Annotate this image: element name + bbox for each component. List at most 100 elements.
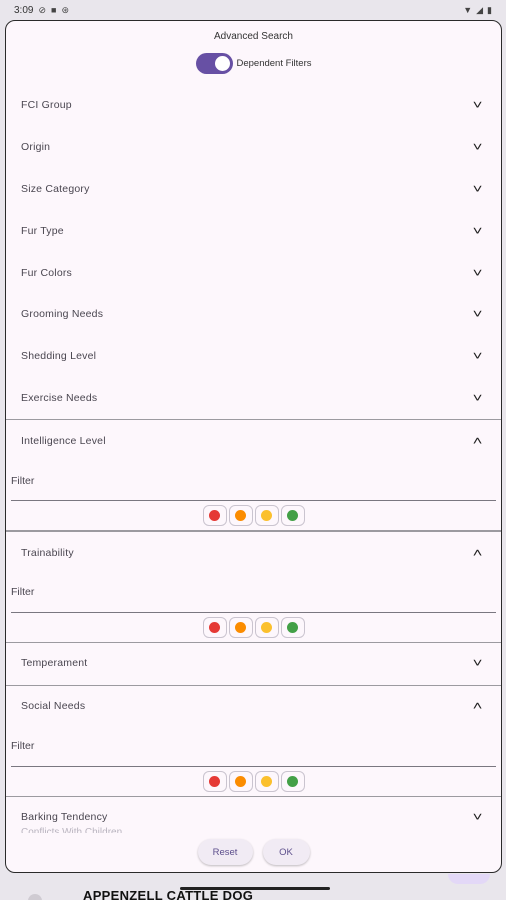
section-label: Shedding Level [21, 350, 97, 363]
section-header-social-needs[interactable]: Social Needs ˄ [6, 686, 501, 727]
section-fur-type: Fur Type ˅ [6, 210, 501, 252]
filter-placeholder: Filter [11, 586, 35, 599]
dependent-filters-toggle-row: Dependent Filters [6, 53, 501, 74]
level-chip-4[interactable] [280, 505, 305, 527]
chevron-down-icon: ˅ [472, 809, 483, 824]
section-social-needs: Social Needs ˄ Filter [6, 684, 501, 797]
filter-input[interactable]: Filter [11, 573, 496, 613]
section-label: FCI Group [21, 99, 72, 112]
level-chip-1[interactable] [202, 505, 227, 527]
level-dot-icon [287, 775, 298, 787]
nav-gesture-handle[interactable] [180, 887, 330, 890]
level-dot-icon [235, 775, 246, 787]
section-header-origin[interactable]: Origin ˅ [6, 127, 501, 168]
section-label: Fur Colors [21, 266, 73, 279]
chevron-down-icon: ˅ [472, 390, 483, 405]
level-chips [11, 613, 496, 642]
chevron-up-icon: ˄ [472, 433, 483, 448]
reset-button[interactable]: Reset [197, 839, 253, 865]
chevron-up-icon: ˄ [472, 545, 483, 560]
wifi-icon: ▼ [463, 5, 473, 15]
level-chip-3[interactable] [254, 770, 279, 792]
level-dot-icon [287, 510, 298, 522]
avatar [28, 894, 42, 900]
filter-input[interactable]: Filter [11, 727, 496, 767]
chevron-down-icon: ˅ [472, 349, 483, 364]
chevron-down-icon: ˅ [472, 98, 483, 113]
level-chip-4[interactable] [280, 616, 305, 638]
section-header-fci-group[interactable]: FCI Group ˅ [6, 85, 501, 126]
dependent-filters-switch[interactable] [195, 53, 233, 74]
section-header-intelligence-level[interactable]: Intelligence Level ˄ [6, 420, 501, 461]
ok-button[interactable]: OK [262, 839, 310, 865]
level-chip-3[interactable] [254, 616, 279, 638]
section-header-size-category[interactable]: Size Category ˅ [6, 169, 501, 210]
chevron-down-icon: ˅ [472, 656, 483, 671]
level-chip-1[interactable] [202, 770, 227, 792]
section-intelligence-level: Intelligence Level ˄ Filter [6, 419, 501, 532]
level-dot-icon [261, 775, 272, 787]
switch-knob [214, 56, 230, 71]
partial-section-label: Conflicts With Children [21, 827, 123, 833]
section-temperament: Temperament ˅ [6, 643, 501, 685]
section-label: Size Category [21, 182, 90, 195]
section-grooming-needs: Grooming Needs ˅ [6, 294, 501, 336]
level-chip-4[interactable] [280, 770, 305, 792]
advanced-search-dialog: Advanced Search Dependent Filters FCI Gr… [5, 20, 502, 873]
level-dot-icon [209, 775, 220, 787]
status-bar: 3:09 ⊘ ■ ⊛ ▼ ◢ ▮ [0, 0, 506, 20]
section-label: Fur Type [21, 224, 64, 237]
filter-placeholder: Filter [11, 474, 35, 487]
level-chip-2[interactable] [228, 505, 253, 527]
chevron-down-icon: ˅ [472, 181, 483, 196]
section-label: Social Needs [21, 700, 86, 713]
level-chips [11, 501, 496, 530]
level-dot-icon [209, 621, 220, 633]
fab-button[interactable] [448, 874, 490, 884]
chevron-down-icon: ˅ [472, 307, 483, 322]
section-body: Filter [6, 573, 501, 642]
lock-icon: ■ [51, 5, 57, 15]
section-label: Temperament [21, 657, 88, 670]
background-content: APPENZELL CATTLE DOG [0, 874, 506, 900]
section-body: Filter [6, 461, 501, 530]
section-header-exercise-needs[interactable]: Exercise Needs ˅ [6, 378, 501, 419]
level-dot-icon [235, 510, 246, 522]
level-chip-2[interactable] [228, 616, 253, 638]
dialog-actions: Reset OK [6, 839, 501, 865]
battery-icon: ▮ [487, 4, 492, 15]
filter-input[interactable]: Filter [11, 461, 496, 502]
level-dot-icon [261, 621, 272, 633]
section-body: Filter [6, 727, 501, 796]
section-label: Exercise Needs [21, 391, 98, 404]
dnd-icon: ⊘ [38, 4, 47, 15]
hotspot-icon: ⊛ [61, 4, 69, 15]
section-header-shedding-level[interactable]: Shedding Level ˅ [6, 336, 501, 377]
chevron-up-icon: ˄ [472, 699, 483, 714]
section-label: Origin [21, 141, 51, 154]
section-exercise-needs: Exercise Needs ˅ [6, 378, 501, 420]
section-label: Trainability [21, 546, 74, 559]
section-label: Intelligence Level [21, 434, 106, 447]
section-label: Grooming Needs [21, 308, 104, 321]
section-header-grooming-needs[interactable]: Grooming Needs ˅ [6, 294, 501, 335]
section-header-fur-type[interactable]: Fur Type ˅ [6, 210, 501, 251]
level-chip-2[interactable] [228, 770, 253, 792]
chevron-down-icon: ˅ [472, 265, 483, 280]
chevron-down-icon: ˅ [472, 223, 483, 238]
dialog-title: Advanced Search [214, 31, 293, 42]
level-dot-icon [235, 621, 246, 633]
level-dot-icon [209, 510, 220, 522]
level-chips [11, 767, 496, 796]
level-chip-3[interactable] [254, 505, 279, 527]
section-header-fur-colors[interactable]: Fur Colors ˅ [6, 252, 501, 293]
section-label: Barking Tendency [21, 810, 108, 823]
section-fci-group: FCI Group ˅ [6, 85, 501, 127]
signal-icon: ◢ [476, 4, 484, 15]
level-chip-1[interactable] [202, 616, 227, 638]
chevron-down-icon: ˅ [472, 140, 483, 155]
section-size-category: Size Category ˅ [6, 169, 501, 211]
section-header-temperament[interactable]: Temperament ˅ [6, 643, 501, 684]
filter-sections-list: FCI Group ˅ Origin ˅ Size Category ˅ Fur Type ˅… [6, 85, 501, 838]
section-header-trainability[interactable]: Trainability ˄ [6, 532, 501, 573]
